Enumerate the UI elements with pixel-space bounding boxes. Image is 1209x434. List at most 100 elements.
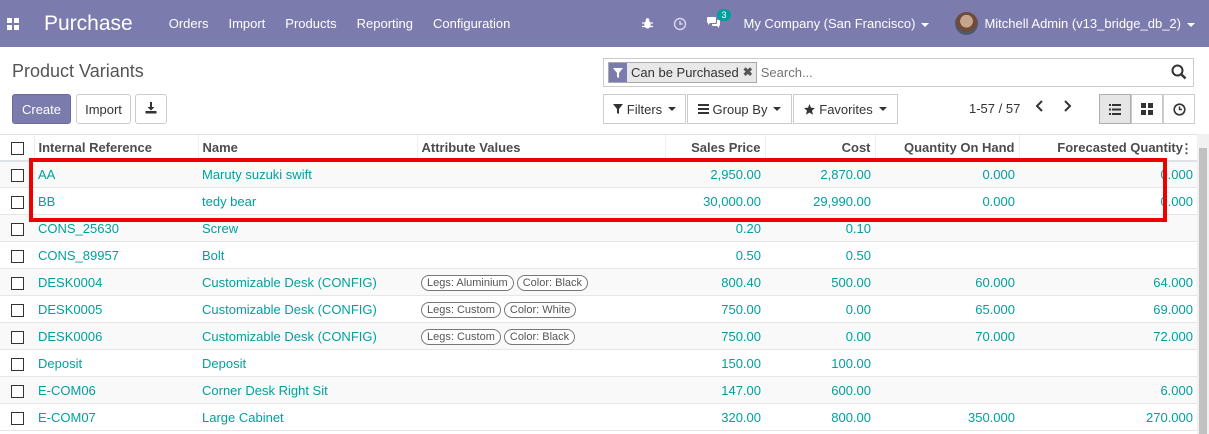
company-switcher[interactable]: My Company (San Francisco) [743,16,930,31]
top-navbar: Purchase Orders Import Products Reportin… [0,0,1209,47]
column-header-forecasted-quantity[interactable]: Forecasted Quantity ⋮ [1018,134,1197,162]
menu-products[interactable]: Products [285,16,336,31]
cell-internal-reference[interactable]: E-COM06 [34,376,198,404]
chevron-down-icon [668,107,677,111]
activity-view-button[interactable] [1163,94,1195,124]
cell-internal-reference[interactable]: Deposit [34,349,198,377]
avatar[interactable] [955,12,979,35]
optional-columns-icon[interactable]: ⋮ [1180,141,1193,157]
search-input[interactable] [760,65,1141,80]
search-icon[interactable] [1171,64,1187,83]
cell-internal-reference[interactable]: DESK0005 [34,295,198,323]
column-header-attribute-values[interactable]: Attribute Values [416,134,665,162]
groupby-label: Group By [712,101,768,117]
table-row[interactable]: CONS_25630 Screw 0.20 0.10 [0,214,1197,242]
table-row[interactable]: E-COM07 Large Cabinet 320.00 800.00 350.000 2… [0,403,1197,431]
cell-internal-reference[interactable]: E-COM07 [34,403,198,431]
cell-name[interactable]: Maruty suzuki swift [198,160,417,188]
row-checkbox[interactable] [0,214,34,242]
debug-bug-icon[interactable] [639,16,655,32]
user-menu[interactable]: Mitchell Admin (v13_bridge_db_2) [984,16,1195,31]
messaging-button[interactable]: 3 [705,8,731,33]
favorites-dropdown[interactable]: Favorites [793,94,898,124]
cell-cost: 800.00 [765,403,875,431]
cell-attribute-values [417,214,665,242]
bars-icon [697,104,709,114]
remove-facet-icon[interactable]: ✖ [743,63,756,82]
cell-name[interactable]: Customizable Desk (CONFIG) [198,295,417,323]
table-row[interactable]: DESK0006 Customizable Desk (CONFIG) Legs: … [0,322,1197,350]
checkbox[interactable] [11,330,24,344]
row-checkbox[interactable] [0,403,34,431]
cell-name[interactable]: tedy bear [198,187,417,215]
row-checkbox[interactable] [0,160,34,188]
column-header-name[interactable]: Name [197,134,417,162]
cell-internal-reference[interactable]: DESK0006 [34,322,198,350]
cell-attribute-values [417,349,665,377]
row-checkbox[interactable] [0,376,34,404]
apps-menu-icon[interactable] [0,0,26,47]
row-checkbox[interactable] [0,241,34,269]
cell-internal-reference[interactable]: AA [34,160,198,188]
table-row[interactable]: E-COM06 Corner Desk Right Sit 147.00 600.00… [0,376,1197,404]
cell-sales-price: 147.00 [665,376,765,404]
scrollbar-thumb[interactable] [1199,148,1207,434]
pager-previous-icon[interactable] [1035,99,1045,116]
filters-dropdown[interactable]: Filters [603,94,686,124]
table-row[interactable]: BB tedy bear 30,000.00 29,990.00 0.000 0.000 [0,187,1197,215]
checkbox[interactable] [11,195,24,209]
menu-configuration[interactable]: Configuration [433,16,510,31]
row-checkbox[interactable] [0,268,34,296]
checkbox[interactable] [11,411,24,425]
clock-activity-icon[interactable] [672,16,688,32]
cell-name[interactable]: Large Cabinet [198,403,417,431]
cell-internal-reference[interactable]: BB [34,187,198,215]
app-name[interactable]: Purchase [44,12,133,36]
column-header-quantity-on-hand[interactable]: Quantity On Hand [874,134,1019,162]
create-button[interactable]: Create [12,94,71,124]
menu-import[interactable]: Import [228,16,265,31]
checkbox[interactable] [11,276,24,290]
cell-internal-reference[interactable]: DESK0004 [34,268,198,296]
checkbox[interactable] [11,222,24,236]
table-row[interactable]: CONS_89957 Bolt 0.50 0.50 [0,241,1197,269]
scrollbar[interactable] [1197,134,1209,434]
pager-value[interactable]: 1-57 / 57 [969,101,1020,116]
cell-forecasted-quantity: 6.000 [1019,376,1197,404]
cell-name[interactable]: Bolt [198,241,417,269]
cell-quantity-on-hand: 70.000 [875,322,1019,350]
menu-reporting[interactable]: Reporting [357,16,413,31]
import-button[interactable]: Import [76,94,131,124]
checkbox[interactable] [11,357,24,371]
cell-name[interactable]: Deposit [198,349,417,377]
cell-internal-reference[interactable]: CONS_89957 [34,241,198,269]
export-download-button[interactable] [135,94,167,124]
checkbox[interactable] [11,168,24,182]
search-bar[interactable]: Can be Purchased ✖ [603,58,1194,87]
cell-name[interactable]: Screw [198,214,417,242]
list-view-button[interactable] [1099,94,1131,124]
table-row[interactable]: DESK0005 Customizable Desk (CONFIG) Legs: … [0,295,1197,323]
groupby-dropdown[interactable]: Group By [687,94,792,124]
table-row[interactable]: Deposit Deposit 150.00 100.00 [0,349,1197,377]
column-header-cost[interactable]: Cost [764,134,875,162]
cell-internal-reference[interactable]: CONS_25630 [34,214,198,242]
kanban-view-button[interactable] [1131,94,1163,124]
checkbox[interactable] [11,303,24,317]
table-row[interactable]: AA Maruty suzuki swift 2,950.00 2,870.00 0.0… [0,160,1197,188]
row-checkbox[interactable] [0,295,34,323]
cell-name[interactable]: Customizable Desk (CONFIG) [198,268,417,296]
row-checkbox[interactable] [0,349,34,377]
menu-orders[interactable]: Orders [169,16,209,31]
select-all-checkbox[interactable] [0,134,34,162]
pager-next-icon[interactable] [1062,99,1072,116]
cell-name[interactable]: Customizable Desk (CONFIG) [198,322,417,350]
checkbox[interactable] [11,384,24,398]
cell-name[interactable]: Corner Desk Right Sit [198,376,417,404]
table-row[interactable]: DESK0004 Customizable Desk (CONFIG) Legs: … [0,268,1197,296]
row-checkbox[interactable] [0,322,34,350]
column-header-sales-price[interactable]: Sales Price [664,134,765,162]
row-checkbox[interactable] [0,187,34,215]
checkbox[interactable] [11,249,24,263]
column-header-internal-reference[interactable]: Internal Reference [33,134,198,162]
